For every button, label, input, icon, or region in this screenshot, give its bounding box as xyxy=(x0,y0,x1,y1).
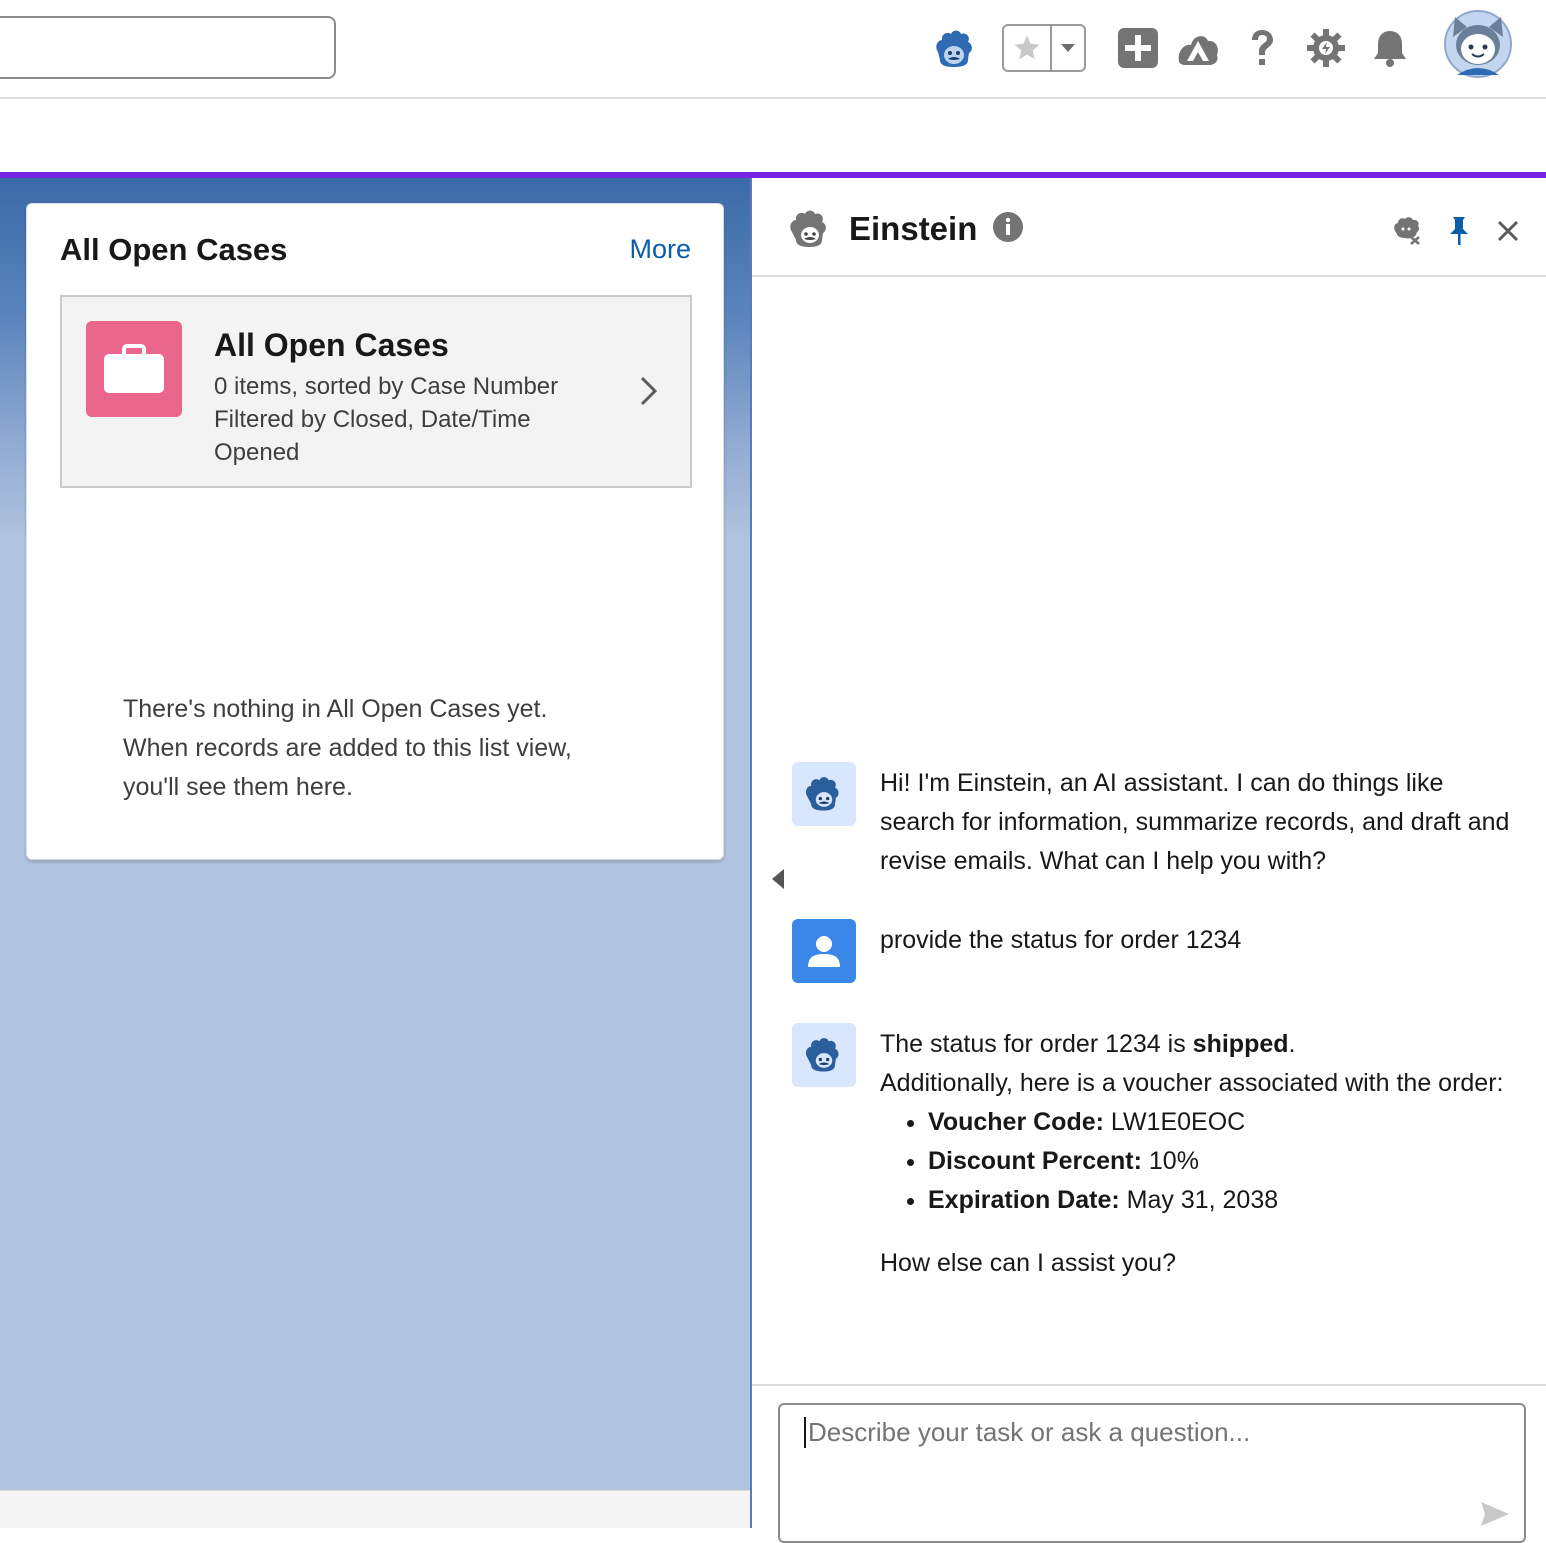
info-icon[interactable] xyxy=(992,211,1024,248)
list-view-card: All Open Cases More All Open Cases 0 ite… xyxy=(26,203,724,860)
chevron-right-icon xyxy=(638,375,660,412)
composer-divider xyxy=(752,1384,1546,1386)
empty-state-message: There's nothing in All Open Cases yet. W… xyxy=(123,690,643,807)
einstein-avatar-icon xyxy=(792,1023,856,1087)
trailhead-icon[interactable] xyxy=(1172,22,1224,74)
composer-box[interactable] xyxy=(778,1403,1526,1543)
reply-closing: How else can I assist you? xyxy=(880,1249,1176,1277)
discount-percent-item: Discount Percent: 10% xyxy=(928,1142,1520,1181)
global-search-input[interactable] xyxy=(0,16,336,79)
einstein-avatar-icon xyxy=(792,762,856,826)
help-icon[interactable] xyxy=(1236,22,1288,74)
tile-line-filter-cont: Opened xyxy=(214,439,300,466)
message-text: The status for order 1234 is shipped. Ad… xyxy=(880,1025,1520,1283)
voucher-code-item: Voucher Code: LW1E0EOC xyxy=(928,1103,1520,1142)
empty-line: There's nothing in All Open Cases yet. xyxy=(123,695,548,723)
send-icon[interactable] xyxy=(1480,1501,1510,1532)
card-title: All Open Cases xyxy=(60,232,288,267)
user-avatar[interactable] xyxy=(1442,8,1514,80)
einstein-icon[interactable] xyxy=(928,22,980,74)
global-actions-icon[interactable] xyxy=(1112,22,1164,74)
more-link[interactable]: More xyxy=(629,234,691,265)
message-text: Hi! I'm Einstein, an AI assistant. I can… xyxy=(880,769,1510,875)
global-header xyxy=(0,0,1546,99)
reply-voucher-intro: Additionally, here is a voucher associat… xyxy=(880,1069,1504,1097)
collapse-panel-arrow-icon[interactable] xyxy=(770,868,786,895)
favorites-dropdown-icon[interactable] xyxy=(1052,26,1084,70)
close-icon[interactable] xyxy=(1496,219,1520,248)
einstein-logo-icon xyxy=(786,208,834,255)
notifications-bell-icon[interactable] xyxy=(1364,22,1416,74)
message-text: provide the status for order 1234 xyxy=(880,926,1242,954)
panel-header-actions xyxy=(1392,216,1520,251)
navigation-bar xyxy=(0,99,1546,172)
tile-title: All Open Cases xyxy=(214,327,449,363)
setup-gear-icon[interactable] xyxy=(1300,22,1352,74)
favorites-group xyxy=(1002,24,1086,72)
empty-line: When records are added to this list view… xyxy=(123,734,572,762)
list-view-tile[interactable]: All Open Cases 0 items, sorted by Case N… xyxy=(60,295,692,488)
case-icon xyxy=(86,321,182,417)
tile-line-items: 0 items, sorted by Case Number xyxy=(214,373,559,400)
tile-line-filter: Filtered by Closed, Date/Time xyxy=(214,406,531,433)
favorite-star-icon[interactable] xyxy=(1004,26,1052,70)
expiration-date-item: Expiration Date: May 31, 2038 xyxy=(928,1181,1520,1220)
status-value: shipped xyxy=(1192,1030,1289,1058)
tile-description: 0 items, sorted by Case Number Filtered … xyxy=(214,370,614,469)
panel-header: Einstein xyxy=(752,178,1546,277)
message-input[interactable] xyxy=(804,1417,1404,1448)
user-avatar-icon xyxy=(792,919,856,983)
panel-title: Einstein xyxy=(849,210,978,247)
einstein-panel: Einstein Hi! I'm Einstein, an AI assista… xyxy=(750,178,1546,1543)
empty-line: you'll see them here. xyxy=(123,773,353,801)
voucher-details-list: Voucher Code: LW1E0EOC Discount Percent:… xyxy=(880,1103,1520,1220)
end-conversation-icon[interactable] xyxy=(1392,217,1422,250)
utility-bar xyxy=(0,1490,750,1528)
pin-icon[interactable] xyxy=(1448,216,1470,251)
reply-status-line: The status for order 1234 is shipped. xyxy=(880,1030,1296,1058)
